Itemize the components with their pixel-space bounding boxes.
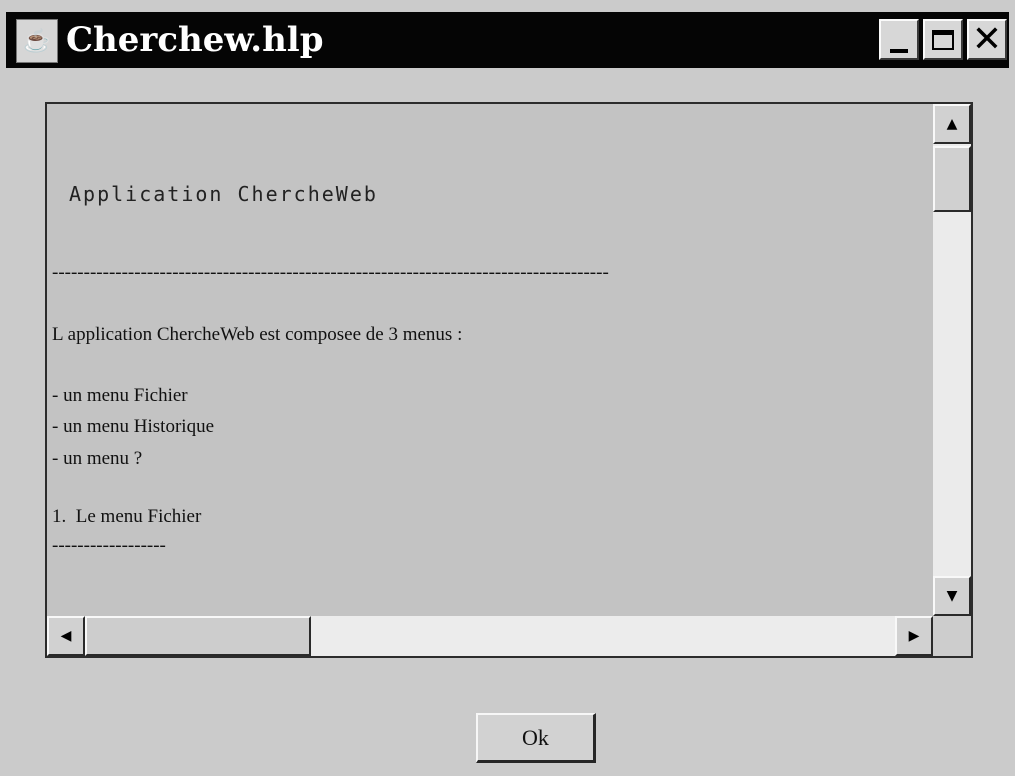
down-arrow-icon: ▼ (946, 588, 958, 604)
close-button[interactable]: ✕ (967, 19, 1007, 60)
text-line: - un menu Fichier (52, 385, 188, 406)
section-underline: ------------------ (52, 535, 166, 556)
horizontal-scroll-thumb[interactable] (85, 616, 311, 656)
minimize-button[interactable] (879, 19, 919, 60)
scroll-left-button[interactable]: ◀ (47, 616, 85, 656)
ok-button[interactable]: Ok (476, 713, 596, 763)
scroll-up-button[interactable]: ▲ (933, 104, 971, 144)
java-cup-icon[interactable]: ☕ (16, 19, 58, 63)
window-title: Cherchew.hlp (66, 20, 324, 60)
scroll-right-button[interactable]: ▶ (895, 616, 933, 656)
scrollbar-corner (933, 616, 971, 656)
help-dialog-window: ☕ Cherchew.hlp ✕ Application ChercheWeb … (0, 0, 1015, 776)
text-line: - un menu Historique (52, 416, 215, 437)
separator-line: ----------------------------------------… (52, 262, 609, 283)
close-icon: ✕ (971, 18, 1003, 60)
vertical-scroll-thumb[interactable] (933, 146, 971, 212)
maximize-button[interactable] (923, 19, 963, 60)
up-arrow-icon: ▲ (946, 116, 958, 132)
vertical-scrollbar[interactable]: ▲ ▼ (933, 104, 971, 616)
help-text-content[interactable]: Application ChercheWeb -----------------… (52, 104, 932, 616)
maximize-icon (932, 29, 954, 50)
scroll-down-button[interactable]: ▼ (933, 576, 971, 616)
help-heading: Application ChercheWeb (69, 182, 378, 206)
minimize-icon (890, 48, 908, 53)
text-line: L application ChercheWeb est composee de… (52, 324, 463, 345)
title-bar[interactable]: ☕ Cherchew.hlp ✕ (6, 12, 1009, 68)
section-title: 1. Le menu Fichier (52, 506, 202, 527)
right-arrow-icon: ▶ (908, 628, 920, 644)
left-arrow-icon: ◀ (60, 628, 72, 644)
horizontal-scrollbar[interactable]: ◀ ▶ (47, 616, 933, 656)
text-line: - un menu ? (52, 448, 143, 469)
help-text-area[interactable]: Application ChercheWeb -----------------… (45, 102, 973, 658)
